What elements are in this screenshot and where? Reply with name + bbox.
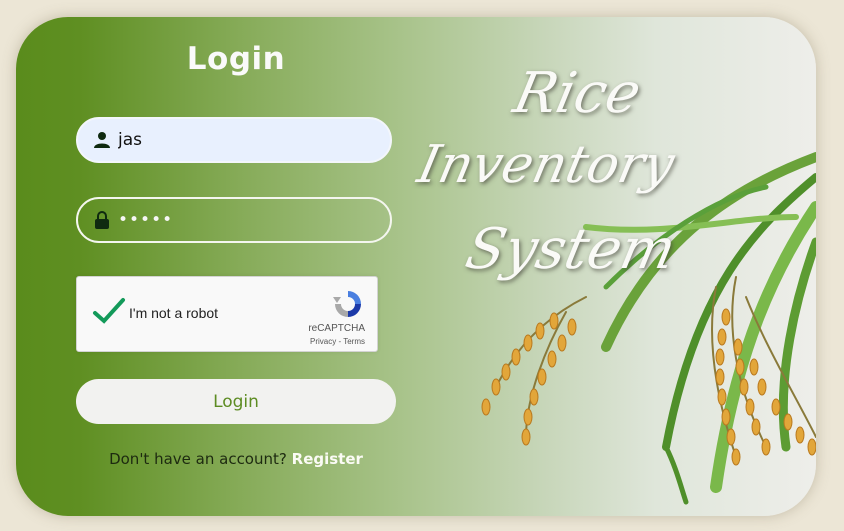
privacy-link[interactable]: Privacy xyxy=(310,337,336,346)
title-line-inventory: Inventory xyxy=(412,135,680,195)
recaptcha-label: I'm not a robot xyxy=(129,305,219,321)
app-title: Rice Inventory System xyxy=(411,51,711,321)
recaptcha-brand: reCAPTCHA xyxy=(308,323,365,334)
username-field[interactable] xyxy=(76,117,392,163)
lock-icon xyxy=(92,210,112,230)
username-input[interactable] xyxy=(118,130,368,150)
login-card: Login I'm not a robot reCAPTCHA Privacy … xyxy=(16,17,816,516)
password-field[interactable] xyxy=(76,197,392,243)
title-line-system: System xyxy=(460,217,682,282)
recaptcha-links: Privacy - Terms xyxy=(310,337,365,346)
user-icon xyxy=(92,130,112,150)
login-title: Login xyxy=(186,41,286,77)
register-link[interactable]: Register xyxy=(292,450,363,468)
register-prompt: Don't have an account? Register xyxy=(76,450,396,468)
terms-link[interactable]: Terms xyxy=(343,337,365,346)
title-line-rice: Rice xyxy=(508,61,647,126)
login-button[interactable]: Login xyxy=(76,379,396,424)
password-input[interactable] xyxy=(118,210,368,230)
checkmark-icon[interactable] xyxy=(91,295,127,327)
register-prompt-text: Don't have an account? xyxy=(109,450,287,468)
recaptcha-widget: I'm not a robot reCAPTCHA Privacy - Term… xyxy=(76,276,378,352)
recaptcha-logo-icon xyxy=(331,287,365,321)
